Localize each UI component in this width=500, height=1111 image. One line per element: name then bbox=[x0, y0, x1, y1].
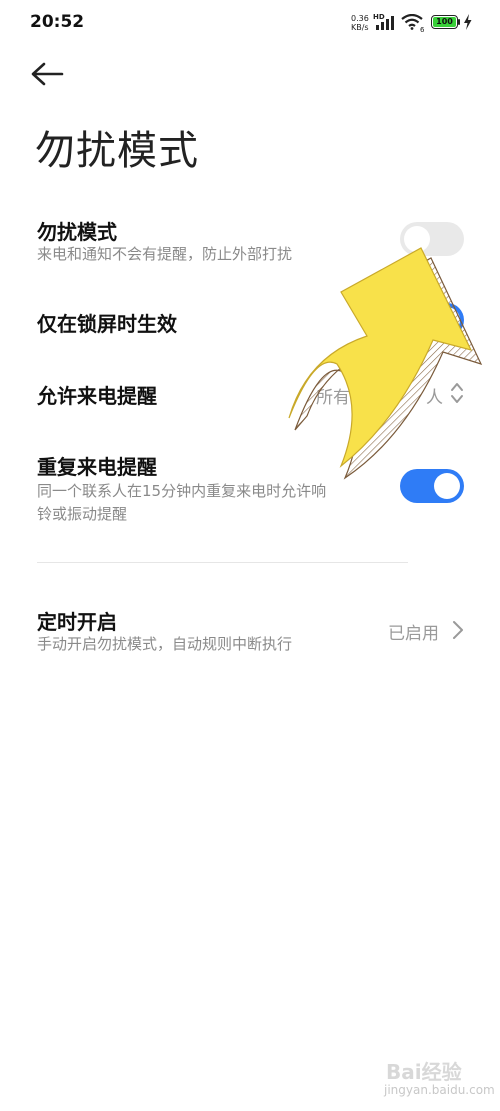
status-time: 20:52 bbox=[30, 12, 85, 32]
repeat-calls-subtitle-line2: 铃或振动提醒 bbox=[37, 505, 128, 523]
chevron-right-icon bbox=[453, 621, 463, 639]
network-speed-unit: KB/s bbox=[351, 23, 369, 32]
dnd-subtitle: 来电和通知不会有提醒，防止外部打扰 bbox=[37, 245, 293, 263]
status-bar: 20:52 0.36 KB/s HD 6 100 bbox=[0, 0, 500, 46]
network-speed: 0.36 KB/s bbox=[351, 14, 369, 32]
repeat-calls-title: 重复来电提醒 bbox=[37, 455, 157, 479]
section-divider bbox=[37, 562, 408, 563]
signal-icon bbox=[376, 16, 394, 30]
allow-calls-title: 允许来电提醒 bbox=[37, 384, 157, 408]
watermark-url: jingyan.baidu.com bbox=[384, 1083, 495, 1097]
repeat-calls-subtitle-line1: 同一个联系人在15分钟内重复来电时允许响 bbox=[37, 482, 327, 500]
schedule-row[interactable]: 定时开启 手动开启勿扰模式，自动规则中断执行 已启用 bbox=[0, 600, 500, 662]
back-button[interactable] bbox=[30, 54, 74, 94]
schedule-subtitle: 手动开启勿扰模式，自动规则中断执行 bbox=[37, 635, 293, 653]
watermark-brand: Bai经验 bbox=[386, 1060, 462, 1084]
charging-bolt-icon bbox=[464, 14, 472, 30]
battery-icon: 100 bbox=[431, 15, 458, 29]
lockscreen-title: 仅在锁屏时生效 bbox=[37, 312, 177, 336]
schedule-title: 定时开启 bbox=[37, 610, 117, 634]
tutorial-arrow-overlay bbox=[288, 247, 483, 480]
page-title: 勿扰模式 bbox=[35, 128, 199, 174]
dnd-title: 勿扰模式 bbox=[37, 220, 117, 244]
schedule-value: 已启用 bbox=[388, 624, 439, 644]
battery-level: 100 bbox=[433, 17, 456, 27]
battery-cap bbox=[458, 19, 460, 25]
back-arrow-icon bbox=[31, 62, 64, 86]
network-speed-value: 0.36 bbox=[351, 14, 369, 23]
wifi-label: 6 bbox=[420, 26, 425, 34]
